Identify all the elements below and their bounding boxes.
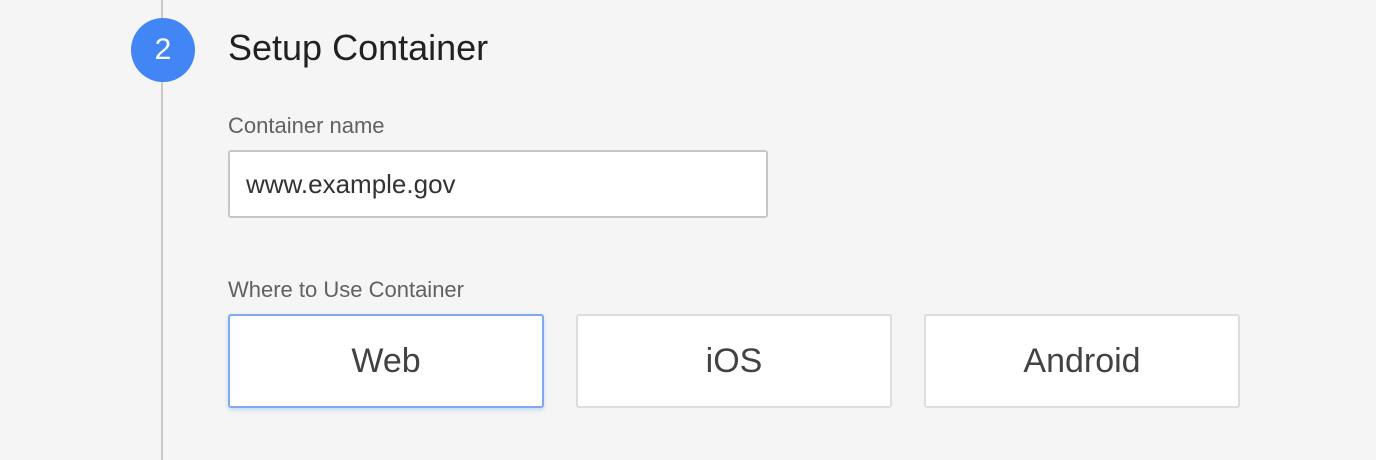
platform-option-web[interactable]: Web <box>228 314 544 408</box>
step-number-badge: 2 <box>131 18 195 82</box>
where-to-use-label: Where to Use Container <box>228 277 464 302</box>
platform-option-ios[interactable]: iOS <box>576 314 892 408</box>
platform-option-android[interactable]: Android <box>924 314 1240 408</box>
container-name-input[interactable] <box>228 150 768 218</box>
container-name-label: Container name <box>228 113 385 138</box>
section-title: Setup Container <box>228 27 489 68</box>
